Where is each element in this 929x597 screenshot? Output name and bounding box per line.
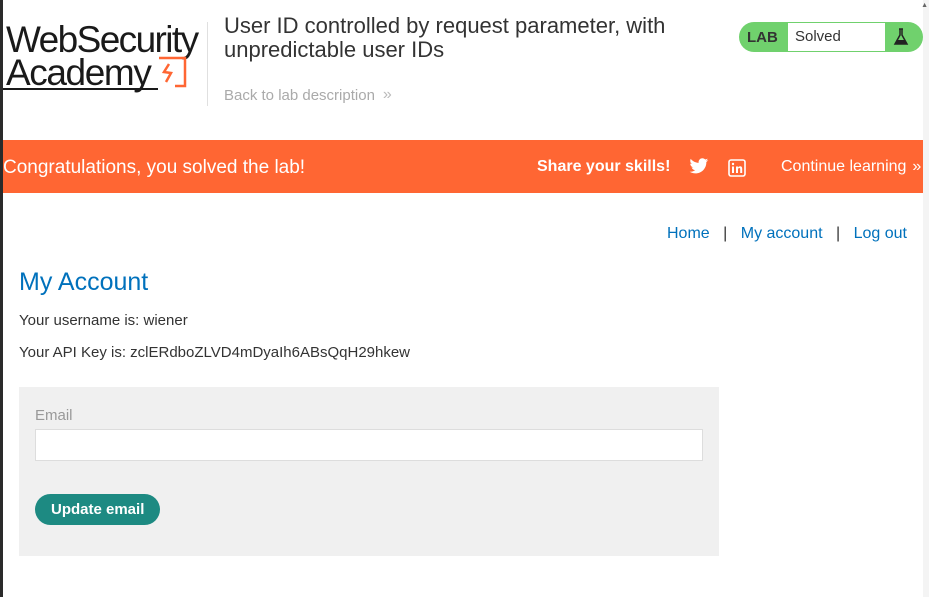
email-label: Email bbox=[35, 407, 73, 424]
twitter-icon[interactable] bbox=[689, 158, 709, 175]
congrats-message: Congratulations, you solved the lab! bbox=[3, 157, 306, 178]
continue-learning-label: Continue learning bbox=[781, 158, 907, 175]
nav-separator: | bbox=[723, 225, 728, 242]
scroll-up-icon[interactable]: ▲ bbox=[921, 2, 928, 9]
linkedin-icon[interactable] bbox=[728, 159, 746, 177]
update-email-button[interactable]: Update email bbox=[35, 494, 161, 525]
flask-icon bbox=[893, 28, 909, 45]
share-label: Share your skills! bbox=[537, 158, 671, 175]
double-chevron-right-icon: » bbox=[382, 86, 392, 103]
username-text: Your username is: wiener bbox=[19, 312, 188, 329]
back-link-label: Back to lab description bbox=[224, 86, 375, 104]
header-divider bbox=[207, 22, 208, 106]
logo-line2: Academy bbox=[6, 52, 152, 93]
account-nav: Home | My account | Log out bbox=[667, 225, 907, 243]
lab-title: User ID controlled by request parameter,… bbox=[224, 13, 666, 62]
api-key-text: Your API Key is: zclERdboZLVD4mDyaIh6ABs… bbox=[19, 344, 411, 361]
back-to-description-link[interactable]: Back to lab description » bbox=[224, 86, 392, 104]
logo-bolt-icon bbox=[159, 56, 187, 88]
email-input[interactable] bbox=[35, 429, 703, 461]
nav-logout-link[interactable]: Log out bbox=[854, 225, 907, 242]
scrollbar[interactable]: ▲ bbox=[921, 0, 929, 597]
lab-status-value: Solved bbox=[788, 23, 885, 51]
logo-underline bbox=[3, 88, 158, 90]
double-chevron-right-icon: » bbox=[912, 158, 922, 175]
update-email-form: Email Update email bbox=[19, 387, 719, 556]
page-title: My Account bbox=[19, 268, 149, 296]
lab-status-widget: LAB Solved bbox=[739, 22, 923, 52]
academy-logo[interactable]: WebSecurity Academy bbox=[3, 18, 206, 98]
nav-separator: | bbox=[836, 225, 841, 242]
nav-my-account-link[interactable]: My account bbox=[741, 225, 823, 242]
lab-status-label: LAB bbox=[747, 29, 778, 46]
continue-learning-link[interactable]: Continue learning » bbox=[781, 158, 921, 176]
solved-banner: Congratulations, you solved the lab! Sha… bbox=[3, 140, 923, 193]
nav-home-link[interactable]: Home bbox=[667, 225, 710, 242]
